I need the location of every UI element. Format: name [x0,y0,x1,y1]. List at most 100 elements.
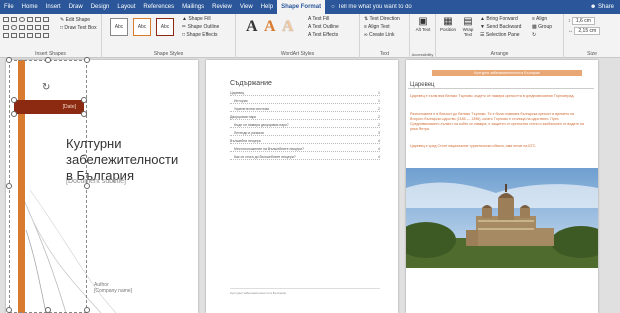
group-text: ⇅ Text Direction ≡ Align Text ∞ Create L… [360,14,410,58]
ribbon-tab-bar: File Home Insert Draw Design Layout Refe… [0,0,620,14]
text-fill-icon: A [308,16,312,22]
document-area: ↻ [Date] Културни забележителности в Бъл… [0,57,620,313]
text-direction-button[interactable]: ⇅ Text Direction [364,16,400,22]
text-fill-button[interactable]: A Text Fill [308,16,329,22]
tab-draw[interactable]: Draw [65,0,87,14]
group-insert-shapes: ✎ Edit Shape □ Draw Text Box Insert Shap… [0,14,102,58]
create-link-label: Create Link [368,32,395,38]
send-backward-button[interactable]: ▼ Send Backward [480,24,521,30]
tab-design[interactable]: Design [87,0,114,14]
resize-handle[interactable] [11,97,17,103]
tab-file[interactable]: File [0,0,18,14]
toc-entry-text: Вълшебни пещери [230,139,261,143]
shape-style-1[interactable]: Abc [110,18,128,36]
toc-entry-text: Дворцовия парк [230,115,256,119]
resize-handle[interactable] [6,307,12,313]
toc-entry[interactable]: Вълшебни пещери 4 [230,138,380,144]
align-button[interactable]: ≡ Align [532,16,547,22]
bring-forward-label: Bring Forward [486,16,518,22]
resize-handle[interactable] [6,183,12,189]
tab-layout[interactable]: Layout [113,0,139,14]
resize-handle[interactable] [81,97,87,103]
text-effects-button[interactable]: A Text Effects [308,32,338,38]
shape-style-3[interactable]: Abc [156,18,174,36]
toc-entry[interactable]: Дворцовия парк 2 [230,114,380,120]
resize-handle[interactable] [45,307,51,313]
resize-handle[interactable] [11,111,17,117]
paragraph: Царевец е сред Стоте национални туристич… [410,144,537,148]
group-size: ↕ 1,6 cm ↔ 2,15 cm Size [564,14,620,58]
send-backward-icon: ▼ [480,24,485,30]
resize-handle[interactable] [84,57,90,63]
draw-text-box-button[interactable]: □ Draw Text Box [60,25,97,31]
toc-entry-page: 2 [378,123,380,127]
church-image [406,168,598,268]
share-label: Share [597,4,614,10]
position-button[interactable]: ▦ Position [438,17,458,33]
church-photo[interactable] [406,168,598,268]
alt-text-label: Alt Text [415,27,431,32]
width-icon: ↔ [568,28,573,34]
selection-pane-button[interactable]: ☰ Selection Pane [480,32,520,38]
shape-effects-button[interactable]: □ Shape Effects [182,32,217,38]
group-button[interactable]: ▩ Group [532,24,552,30]
align-text-button[interactable]: ≡ Align Text [364,24,390,30]
toc-entry[interactable]: Укрепителна система 2 [230,106,380,112]
rotate-button[interactable]: ↻ [532,32,536,38]
tab-mailings[interactable]: Mailings [178,0,208,14]
toc-entry[interactable]: Как се стига до Вълшебните пещери? 4 [230,154,380,160]
shape-outline-button[interactable]: ✏ Shape Outline [182,24,219,30]
tab-shape-format[interactable]: Shape Format [277,0,326,14]
shape-fill-label: Shape Fill [188,16,211,22]
document-subtitle[interactable]: [Document subtitle] [66,178,126,185]
paint-bucket-icon: ▲ [182,16,187,22]
create-link-button[interactable]: ∞ Create Link [364,32,395,38]
group-label: Group [538,24,553,30]
resize-handle[interactable] [6,57,12,63]
company-name: [Company name] [94,288,133,294]
wordart-style-2[interactable]: A [264,18,276,36]
tab-view[interactable]: View [236,0,257,14]
tab-help[interactable]: Help [257,0,277,14]
date-placeholder[interactable]: [Date] [14,100,84,114]
wordart-style-3[interactable]: A [282,18,294,36]
resize-handle[interactable] [81,111,87,117]
shape-style-2[interactable]: Abc [133,18,151,36]
send-backward-label: Send Backward [486,24,522,30]
group-label-arrange: Arrange [490,51,509,57]
group-label-wordart: WordArt Styles [280,51,315,57]
shape-fill-button[interactable]: ▲ Shape Fill [182,16,211,22]
width-value[interactable]: 2,15 cm [574,27,601,35]
tab-home[interactable]: Home [18,0,42,14]
text-outline-button[interactable]: A Text Outline [308,24,339,30]
resize-handle[interactable] [45,57,51,63]
toc-entry[interactable]: История 1 [230,98,380,104]
toc-entry[interactable]: Къде се намира дворцовия парк? 2 [230,122,380,128]
tab-insert[interactable]: Insert [42,0,65,14]
bring-forward-icon: ▲ [480,16,485,22]
wordart-style-1[interactable]: A [246,18,258,36]
height-icon: ↕ [568,18,571,24]
height-value[interactable]: 1,6 cm [571,17,595,25]
share-button[interactable]: ☻ Share [590,0,614,14]
height-field[interactable]: ↕ 1,6 cm [568,17,595,25]
rotate-handle-icon[interactable]: ↻ [42,82,50,93]
alt-text-button[interactable]: ▣ Alt Text [413,17,433,33]
resize-handle[interactable] [84,307,90,313]
toc-entry[interactable]: Царевец 1 [230,90,380,96]
tab-references[interactable]: References [139,0,178,14]
shapes-gallery[interactable] [3,17,61,41]
toc-entry[interactable]: Местоположение на Вълшебните пещери? 4 [230,146,380,152]
wrap-text-button[interactable]: ▤ Wrap Text [458,17,478,38]
text-direction-label: Text Direction [369,16,400,22]
edit-shape-button[interactable]: ✎ Edit Shape [60,17,90,23]
tab-review[interactable]: Review [208,0,236,14]
bring-forward-button[interactable]: ▲ Bring Forward [480,16,518,22]
width-field[interactable]: ↔ 2,15 cm [568,27,601,35]
tell-me-search[interactable]: ○ Tell me what you want to do [331,4,412,10]
shape-effects-label: Shape Effects [186,32,218,38]
document-title[interactable]: Културни забележителности в България [66,136,178,184]
selection-border [9,60,87,313]
author-block[interactable]: Author [Company name] [94,282,132,294]
toc-entry[interactable]: Легенди и разкази 3 [230,130,380,136]
